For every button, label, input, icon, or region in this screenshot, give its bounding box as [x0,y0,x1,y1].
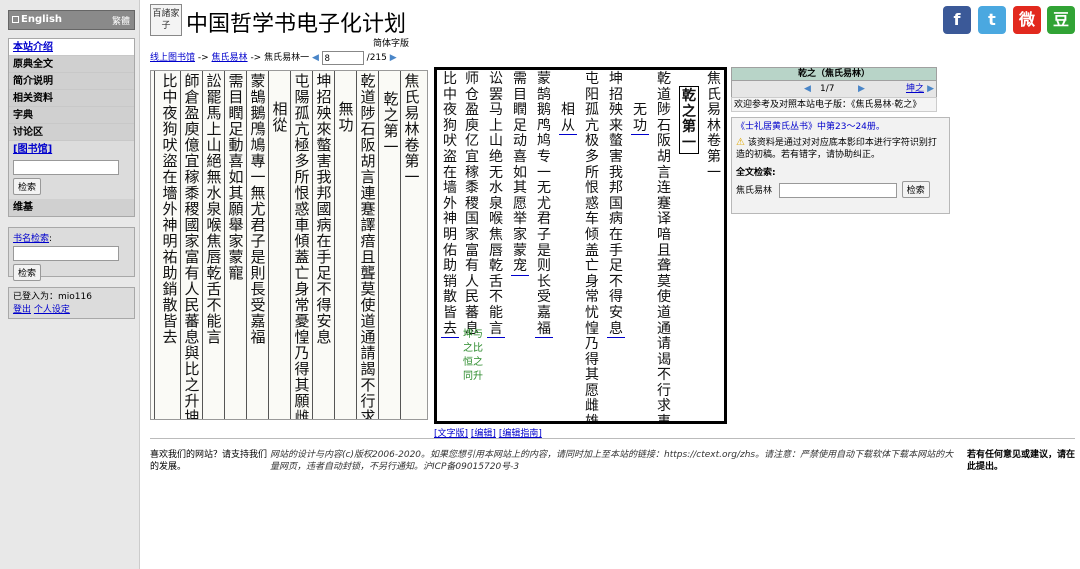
logout-link[interactable]: 登出 [13,305,31,315]
prev-chapter-icon[interactable]: ◀ [804,81,811,97]
fulltext-search-input[interactable] [778,183,897,198]
language-bar: English 繁體 [8,10,135,30]
text-col-title: 焦氏易林卷第一 [707,71,721,181]
info-box: 《士礼居黄氏丛书》中第23～24册。 ⚠ 该资料是通过对对应底本影印本进行字符识… [731,117,950,214]
ocr-warning: ⚠ 该资料是通过对对应底本影印本进行字符识别打造的初稿。若有错字，请协助纠正。 [736,137,937,160]
settings-link[interactable]: 个人设定 [34,305,70,315]
scan-col: 乾之第一 [383,90,399,156]
chapter-pager-count: 1/7 [820,84,835,94]
scan-col: 無功 [338,100,354,134]
scan-col: 乾 道陟石阪胡言連蹇譯瘖且聾莫使道通請謁不行求事 [360,72,376,420]
next-chapter-icon[interactable]: ▶ [858,81,865,97]
fulltext-search-row: 焦氏易林 检索 [736,181,945,198]
text-col: 坤招殃来螫害我邦国病在手足不得安息 [607,71,625,339]
text-col: 屯阳孤亢极多所恨惑车倾盖亡身常忧惶乃得其愿雌雄 [585,71,599,424]
scan-col: 相從 [272,100,288,134]
fulltext-search-label: 全文检索: [736,168,776,178]
scan-col: 屯 陽孤亢極多所恨惑車傾蓋亡身常憂惶乃得其願雌雄 [294,72,310,420]
book-search-input[interactable] [13,246,119,261]
library-search-input[interactable] [13,160,119,175]
book-search-label[interactable]: 书名检索: [9,231,134,244]
support-text[interactable]: 喜欢我们的网站？请支持我们的发展。 [150,449,270,473]
scan-col: 訟 罷馬上山絕無水泉喉焦唇乾舌不能言 [206,72,222,346]
search-scope: 焦氏易林 [736,186,773,196]
book-search-box: 书名检索: 检索 [8,227,135,281]
scan-col: 坤 招殃來螫害我邦國病在手足不得安息 [316,72,332,346]
chapter-heading: 乾之第一 [679,86,699,155]
warning-icon: ⚠ [736,137,745,148]
twitter-icon[interactable]: t [978,6,1006,34]
main-nav: 本站介绍 原典全文 简介说明 相关资料 字典 讨论区 [图书馆] 检索 维基 [8,38,135,217]
sidebar: English 繁體 本站介绍 原典全文 简介说明 相关资料 字典 讨论区 [图… [0,0,140,569]
text-col: 相从 [559,102,577,136]
scan-col: 比 中夜狗吠盜在墻外神明祐助銷散皆去 [162,72,178,346]
page-total: /215 [366,53,387,63]
chapter-panel: 乾之（焦氏易林） ◀ 1/7 ▶ 坤之 ▶ 欢迎参考及对照本站电子版：《焦氏易林… [731,67,937,112]
logged-in-status: 已登入为：mio116 [13,292,92,302]
next-chapter-link[interactable]: 坤之 [906,81,924,97]
chapter-panel-title: 乾之（焦氏易林） [731,67,937,81]
nav-dictionary[interactable]: 字典 [9,107,134,124]
text-col: 无功 [631,102,649,136]
english-link[interactable]: English [12,14,62,25]
nav-intro[interactable]: 简介说明 [9,73,134,90]
script-label: 简体字版 [373,39,410,49]
facebook-icon[interactable]: f [943,6,971,34]
text-col: 需目瞤足动喜如其愿举家蒙宠 [511,71,529,276]
breadcrumb-book[interactable]: 焦氏易林 [212,53,248,63]
douban-icon[interactable]: 豆 [1047,6,1075,34]
text-col: 比中夜狗吠盗在墙外神明佑助销散皆去 [441,71,459,339]
page-number-input[interactable] [321,50,364,65]
scan-col: 焦氏易林卷第一 [404,72,420,186]
prev-page-icon[interactable]: ◀ [312,53,319,63]
footer: 喜欢我们的网站？请支持我们的发展。 网站的设计与内容(c)版权2006-2020… [150,438,1075,472]
nav-about[interactable]: 本站介绍 [9,39,134,56]
book-source[interactable]: 《士礼居黄氏丛书》中第23～24册。 [736,121,945,133]
breadcrumb-volume: 焦氏易林一 [264,53,310,63]
transcription-panel: 焦氏易林卷第一 乾之第一 乾道陟石阪胡言连蹇译喑且聋莫使道通请谒不行求事 无功 … [434,67,727,424]
nav-resources[interactable]: 相关资料 [9,90,134,107]
book-search-button[interactable]: 检索 [13,264,42,281]
library-search-button[interactable]: 检索 [13,178,42,195]
scan-col: 蒙 鵠鵝鳲鳩專一無尤君子是則長受嘉福 [250,72,266,346]
nav-wiki[interactable]: 维基 [9,199,134,216]
text-col: 蒙鹄鹅鸤鸠专一无尤君子是则长受嘉福 [535,71,553,339]
breadcrumb: 线上图书馆 -> 焦氏易林 -> 焦氏易林一 ◀ /215 ▶ [150,50,397,65]
login-box: 已登入为：mio116 登出 个人设定 [8,287,135,319]
annotation-note[interactable]: 坤与之比恒之同升 [460,328,486,384]
nav-forum[interactable]: 讨论区 [9,124,134,141]
scanned-page-image: 焦氏易林卷第一 乾之第一 乾 道陟石阪胡言連蹇譯瘖且聾莫使道通請謁不行求事 無功… [150,70,428,420]
traditional-link[interactable]: 繁體 [112,14,130,27]
text-col: 乾道陟石阪胡言连蹇译喑且聋莫使道通请谒不行求事 [657,71,671,424]
chapter-pager: ◀ 1/7 ▶ 坤之 ▶ [731,81,937,97]
next-chapter-arrow-icon[interactable]: ▶ [927,81,934,97]
breadcrumb-library[interactable]: 线上图书馆 [150,53,195,63]
scan-col: 需 目瞤足動喜如其願舉家蒙寵 [228,72,244,282]
reference-link[interactable]: 欢迎参考及对照本站电子版：《焦氏易林·乾之》 [731,97,937,112]
feedback-text[interactable]: 若有任何意见或建议，请在此提出。 [967,449,1077,473]
text-col: 师仓盈庾亿宜稼黍稷国家富有人民蕃息 [465,71,479,337]
copyright-text: 网站的设计与内容(c)版权2006-2020。如果您想引用本网站上的内容，请同时… [270,450,954,472]
scan-col: 師 倉盈庾億宜稼黍稷國家富有人民蕃息 與比之升 坤之恒之同 [184,72,200,420]
text-col: 讼罢马上山绝无水泉喉焦唇乾舌不能言 [487,71,505,339]
weibo-icon[interactable]: 微 [1013,6,1041,34]
page-title: 中国哲学书电子化计划 [186,12,407,37]
nav-library[interactable]: [图书馆] [9,141,134,158]
next-page-icon[interactable]: ▶ [390,53,397,63]
nav-texts[interactable]: 原典全文 [9,56,134,73]
site-logo[interactable]: 百諸家子 [150,4,182,36]
fulltext-search-button[interactable]: 检索 [901,181,930,198]
